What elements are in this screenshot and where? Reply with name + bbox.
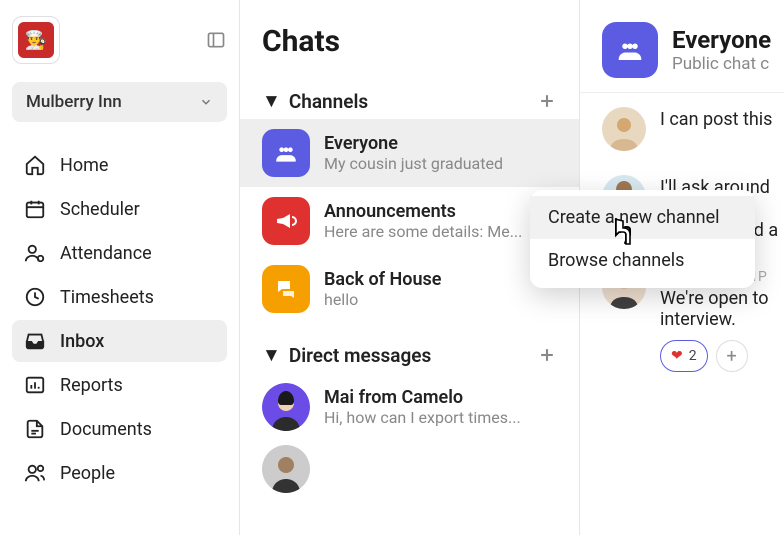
menu-create-channel[interactable]: Create a new channel: [530, 196, 755, 239]
channel-menu-popover: Create a new channel Browse channels: [530, 190, 755, 288]
group-icon: [262, 129, 310, 177]
sidebar-item-people[interactable]: People: [12, 452, 227, 494]
avatar: [262, 445, 310, 493]
sidebar-item-documents[interactable]: Documents: [12, 408, 227, 450]
room-title: Everyone: [672, 26, 771, 54]
avatar: [262, 383, 310, 431]
inbox-icon: [24, 330, 46, 352]
dm-name: Mai from Camelo: [324, 387, 557, 408]
message: I can post this: [602, 107, 784, 151]
channel-announcements[interactable]: Announcements Here are some details: Me.…: [240, 187, 579, 255]
channel-everyone[interactable]: Everyone My cousin just graduated: [240, 119, 579, 187]
sidebar-item-label: Documents: [60, 419, 152, 440]
sidebar-item-label: Scheduler: [60, 199, 140, 220]
sidebar-item-label: People: [60, 463, 115, 484]
reaction-count: 2: [689, 348, 697, 364]
sidebar-item-label: Attendance: [60, 243, 152, 264]
calendar-icon: [24, 198, 46, 220]
sidebar-item-inbox[interactable]: Inbox: [12, 320, 227, 362]
menu-browse-channels[interactable]: Browse channels: [530, 239, 755, 282]
message-text: I can post this: [660, 109, 784, 130]
add-dm-button[interactable]: [537, 345, 557, 365]
dm-row-partial[interactable]: [240, 441, 579, 503]
attendance-icon: [24, 242, 46, 264]
sidebar-item-reports[interactable]: Reports: [12, 364, 227, 406]
workspace-logo[interactable]: 👨‍🍳: [12, 16, 60, 64]
sidebar-item-timesheets[interactable]: Timesheets: [12, 276, 227, 318]
sidebar: 👨‍🍳 Mulberry Inn Home Scheduler A: [0, 0, 240, 535]
sidebar-item-attendance[interactable]: Attendance: [12, 232, 227, 274]
channel-name: Back of House: [324, 269, 557, 290]
chart-icon: [24, 374, 46, 396]
chats-title: Chats: [240, 24, 579, 77]
room-subtitle: Public chat c: [672, 54, 771, 74]
channel-preview: Here are some details: Me...: [324, 222, 557, 241]
room-header: Everyone Public chat c: [580, 22, 784, 93]
section-label: Channels: [289, 90, 368, 113]
channel-preview: hello: [324, 290, 557, 309]
add-reaction-button[interactable]: +: [716, 340, 748, 372]
channel-preview: My cousin just graduated: [324, 154, 557, 173]
dms-section-header[interactable]: ▼ Direct messages: [240, 337, 579, 373]
people-icon: [24, 462, 46, 484]
sidebar-item-label: Reports: [60, 375, 123, 396]
caret-down-icon: ▼: [262, 89, 281, 113]
sidebar-item-label: Inbox: [60, 331, 104, 352]
clock-icon: [24, 286, 46, 308]
megaphone-icon: [262, 197, 310, 245]
document-icon: [24, 418, 46, 440]
channels-section-header[interactable]: ▼ Channels: [240, 83, 579, 119]
avatar: [602, 107, 646, 151]
heart-icon: ❤: [671, 348, 683, 364]
chats-panel: Chats ▼ Channels Everyone My cousin just…: [240, 0, 580, 535]
channel-name: Everyone: [324, 133, 557, 154]
sidebar-item-home[interactable]: Home: [12, 144, 227, 186]
workspace-name: Mulberry Inn: [26, 92, 122, 112]
dm-mai-from-camelo[interactable]: Mai from Camelo Hi, how can I export tim…: [240, 373, 579, 441]
section-label: Direct messages: [289, 344, 431, 367]
caret-down-icon: ▼: [262, 343, 281, 367]
workspace-selector[interactable]: Mulberry Inn: [12, 82, 227, 122]
channel-name: Announcements: [324, 201, 557, 222]
channel-back-of-house[interactable]: Back of House hello: [240, 255, 579, 323]
dm-preview: Hi, how can I export times...: [324, 408, 557, 427]
add-channel-button[interactable]: [537, 91, 557, 111]
sidebar-item-scheduler[interactable]: Scheduler: [12, 188, 227, 230]
message-text: We're open to interview.: [660, 288, 784, 330]
home-icon: [24, 154, 46, 176]
chevron-down-icon: [199, 95, 213, 109]
group-icon: [602, 22, 658, 78]
panel-toggle-icon[interactable]: [205, 29, 227, 51]
sidebar-item-label: Home: [60, 155, 108, 176]
sidebar-item-label: Timesheets: [60, 287, 154, 308]
chats-icon: [262, 265, 310, 313]
reaction-heart[interactable]: ❤ 2: [660, 340, 708, 372]
